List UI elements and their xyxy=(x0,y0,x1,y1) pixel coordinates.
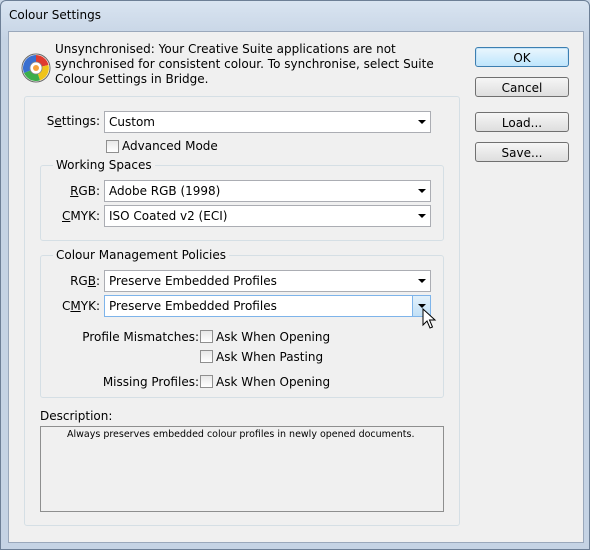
chevron-down-icon[interactable] xyxy=(413,206,430,226)
missing-profiles-label: Missing Profiles: xyxy=(102,375,199,389)
cmp-rgb-value: Preserve Embedded Profiles xyxy=(109,274,277,288)
load-button[interactable]: Load... xyxy=(475,112,569,132)
cmp-cmyk-value: Preserve Embedded Profiles xyxy=(109,299,277,313)
ws-cmyk-value: ISO Coated v2 (ECI) xyxy=(109,209,228,223)
settings-select[interactable]: Custom xyxy=(104,111,431,133)
settings-label: Settings: xyxy=(46,114,100,128)
ws-rgb-value: Adobe RGB (1998) xyxy=(109,184,221,198)
colour-sync-icon xyxy=(21,53,51,83)
dialog-client-area: Unsynchronised: Your Creative Suite appl… xyxy=(8,31,584,543)
mismatch-ask-pasting-label: Ask When Pasting xyxy=(216,350,324,364)
save-button[interactable]: Save... xyxy=(475,142,569,162)
working-spaces-group xyxy=(40,165,444,241)
cmp-rgb-label: RGB: xyxy=(70,274,100,288)
description-box: Always preserves embedded colour profile… xyxy=(40,426,444,512)
ok-button[interactable]: OK xyxy=(475,47,569,67)
chevron-down-icon[interactable] xyxy=(413,271,430,291)
cmp-cmyk-label: CMYK: xyxy=(62,299,100,313)
ws-cmyk-label: CMYK: xyxy=(62,209,100,223)
ws-rgb-select[interactable]: Adobe RGB (1998) xyxy=(104,180,431,202)
sync-message: Unsynchronised: Your Creative Suite appl… xyxy=(55,42,434,86)
chevron-down-icon[interactable] xyxy=(413,112,430,132)
policies-title: Colour Management Policies xyxy=(53,248,229,262)
working-spaces-title: Working Spaces xyxy=(53,158,155,172)
description-label: Description: xyxy=(40,409,113,423)
mismatch-ask-pasting-checkbox[interactable] xyxy=(200,350,213,363)
mouse-pointer-icon xyxy=(422,308,437,329)
advanced-mode-checkbox[interactable] xyxy=(106,140,119,153)
cmp-rgb-select[interactable]: Preserve Embedded Profiles xyxy=(104,270,431,292)
chevron-down-icon[interactable] xyxy=(413,181,430,201)
mismatch-ask-opening-label: Ask When Opening xyxy=(216,330,331,344)
cancel-button[interactable]: Cancel xyxy=(475,77,569,97)
advanced-mode-label: Advanced Mode xyxy=(122,139,218,153)
missing-ask-opening-checkbox[interactable] xyxy=(200,375,213,388)
window-title: Colour Settings xyxy=(9,8,101,22)
mismatch-ask-opening-checkbox[interactable] xyxy=(200,330,213,343)
settings-value: Custom xyxy=(109,115,155,129)
missing-ask-opening-label: Ask When Opening xyxy=(216,375,331,389)
ws-cmyk-select[interactable]: ISO Coated v2 (ECI) xyxy=(104,205,431,227)
description-text: Always preserves embedded colour profile… xyxy=(67,429,415,440)
profile-mismatches-label: Profile Mismatches: xyxy=(82,330,199,344)
cmp-cmyk-select[interactable]: Preserve Embedded Profiles xyxy=(104,295,431,317)
ws-rgb-label: RGB: xyxy=(70,184,100,198)
title-bar[interactable]: Colour Settings xyxy=(1,1,589,33)
colour-settings-window: Colour Settings Unsynchronised: Your Cre… xyxy=(0,0,590,550)
